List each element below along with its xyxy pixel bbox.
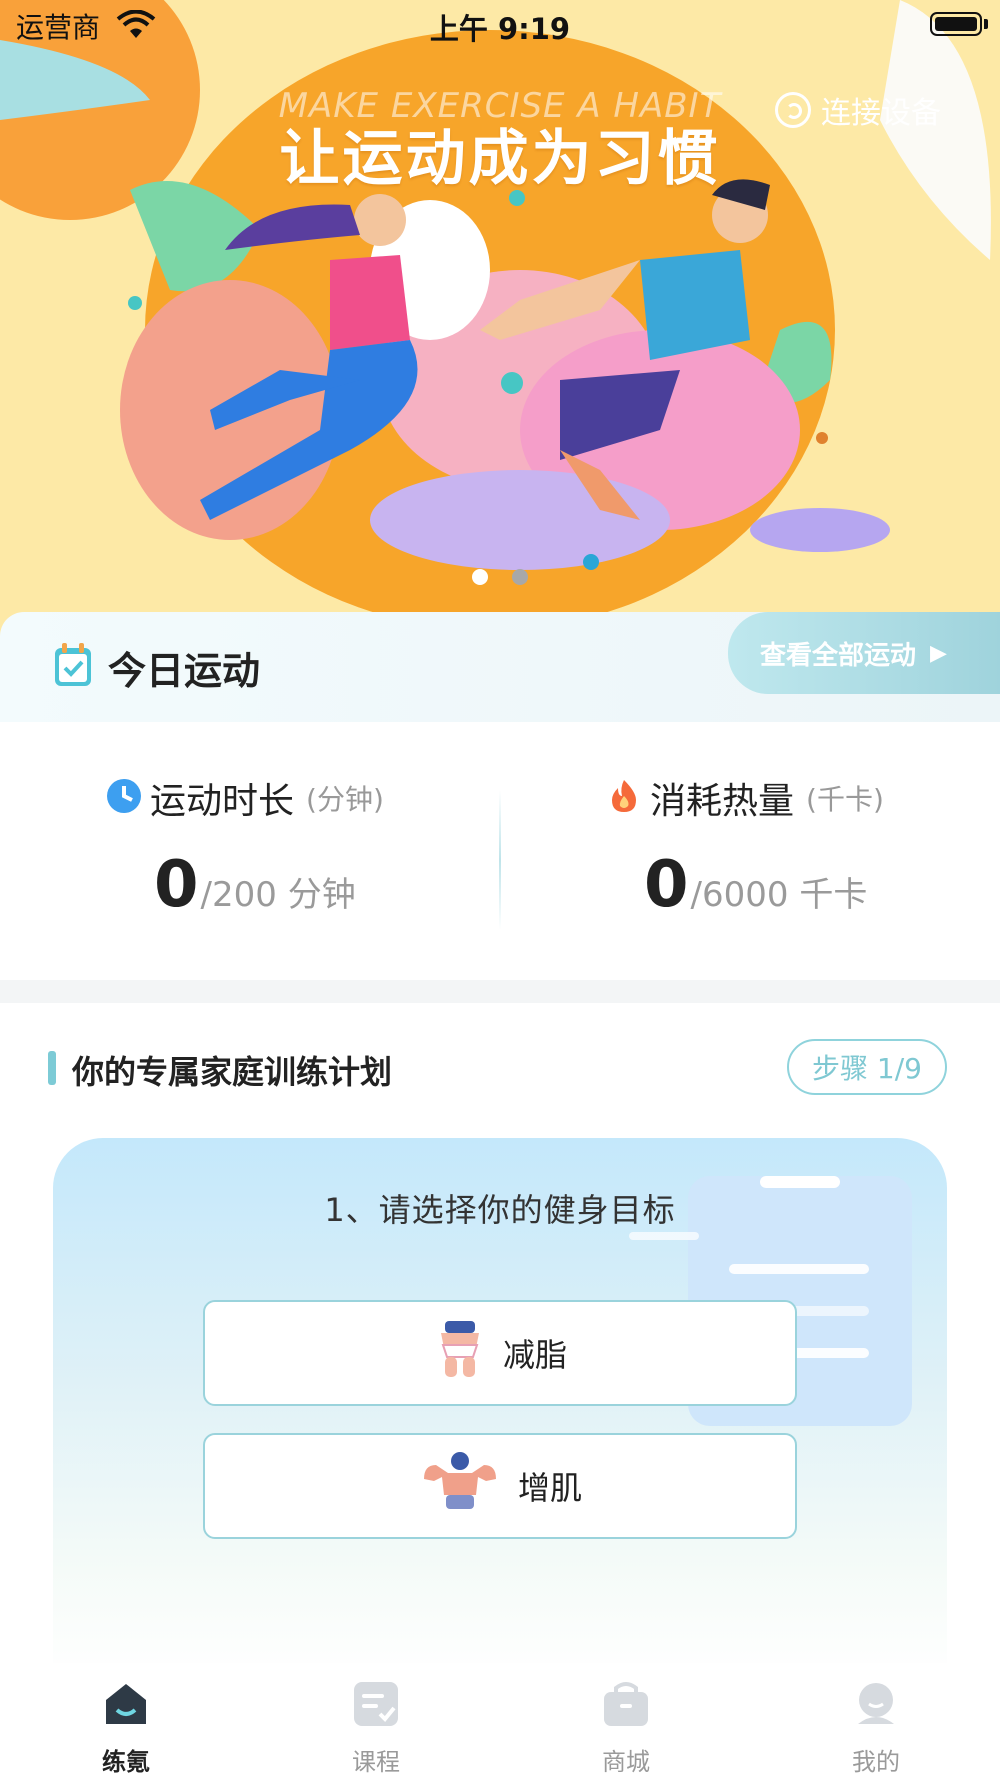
clock: 上午 9:19 [429, 12, 571, 46]
calendar-check-icon [52, 642, 94, 688]
calories-value: 0 /6000 千卡 [644, 848, 867, 922]
profile-icon [852, 1680, 900, 1728]
duration-current: 0 [154, 848, 199, 922]
stats-divider [499, 790, 501, 930]
calories-current: 0 [644, 848, 689, 922]
plan-title: 你的专属家庭训练计划 [72, 1053, 393, 1091]
home-icon [102, 1680, 150, 1728]
clock-icon [106, 778, 142, 818]
duration-header: 运动时长 (分钟) [106, 772, 384, 824]
view-all-label: 查看全部运动 [760, 640, 917, 671]
duration-unit: (分钟) [306, 783, 384, 816]
tab-courses-label: 课程 [352, 1748, 400, 1776]
calories-header: 消耗热量 (千卡) [606, 772, 884, 824]
calories-unit: (千卡) [806, 783, 884, 816]
carousel-dot[interactable] [472, 569, 488, 585]
tab-profile-label: 我的 [852, 1748, 900, 1776]
calories-label: 消耗热量 [650, 781, 795, 822]
tab-home-label: 练氪 [102, 1748, 150, 1776]
flame-icon [606, 778, 642, 818]
connect-device-label: 连接设备 [821, 96, 941, 131]
tab-shop[interactable]: 商城 [566, 1680, 686, 1777]
connect-device-button[interactable]: 连接设备 [775, 88, 941, 132]
tab-profile[interactable]: 我的 [816, 1680, 936, 1777]
goal-option-label: 增肌 [517, 1469, 582, 1507]
view-all-exercise-button[interactable]: 查看全部运动 ▶ [728, 612, 1000, 694]
link-icon [775, 92, 811, 128]
course-icon [352, 1680, 400, 1728]
chevron-right-icon: ▶ [930, 640, 947, 666]
muscle-gain-figure-icon [418, 1451, 502, 1521]
duration-label: 运动时长 [150, 781, 295, 822]
step-badge: 步骤 1/9 [787, 1039, 947, 1095]
duration-value: 0 /200 分钟 [154, 848, 356, 922]
hero-banner[interactable]: 运营商 上午 9:19 MAKE EXERCISE A HABIT 让运动成为习… [0, 0, 1000, 640]
goal-option-fat-loss[interactable]: 减脂 [203, 1300, 797, 1406]
goal-option-muscle-gain[interactable]: 增肌 [203, 1433, 797, 1539]
tab-home[interactable]: 练氪 [66, 1680, 186, 1777]
shop-bag-icon [602, 1680, 650, 1728]
section-accent-bar [48, 1051, 56, 1085]
duration-target: /200 分钟 [200, 875, 356, 915]
goal-option-label: 减脂 [502, 1336, 567, 1374]
today-title: 今日运动 [108, 649, 261, 693]
battery-icon [930, 12, 982, 36]
fitness-goal-question: 1、请选择你的健身目标 [324, 1191, 676, 1229]
tab-shop-label: 商城 [602, 1748, 650, 1776]
fat-loss-figure-icon [433, 1319, 487, 1387]
tab-courses[interactable]: 课程 [316, 1680, 436, 1777]
calories-target: /6000 千卡 [690, 875, 868, 915]
carousel-dot-active[interactable] [512, 569, 528, 585]
battery-tip [984, 19, 988, 29]
